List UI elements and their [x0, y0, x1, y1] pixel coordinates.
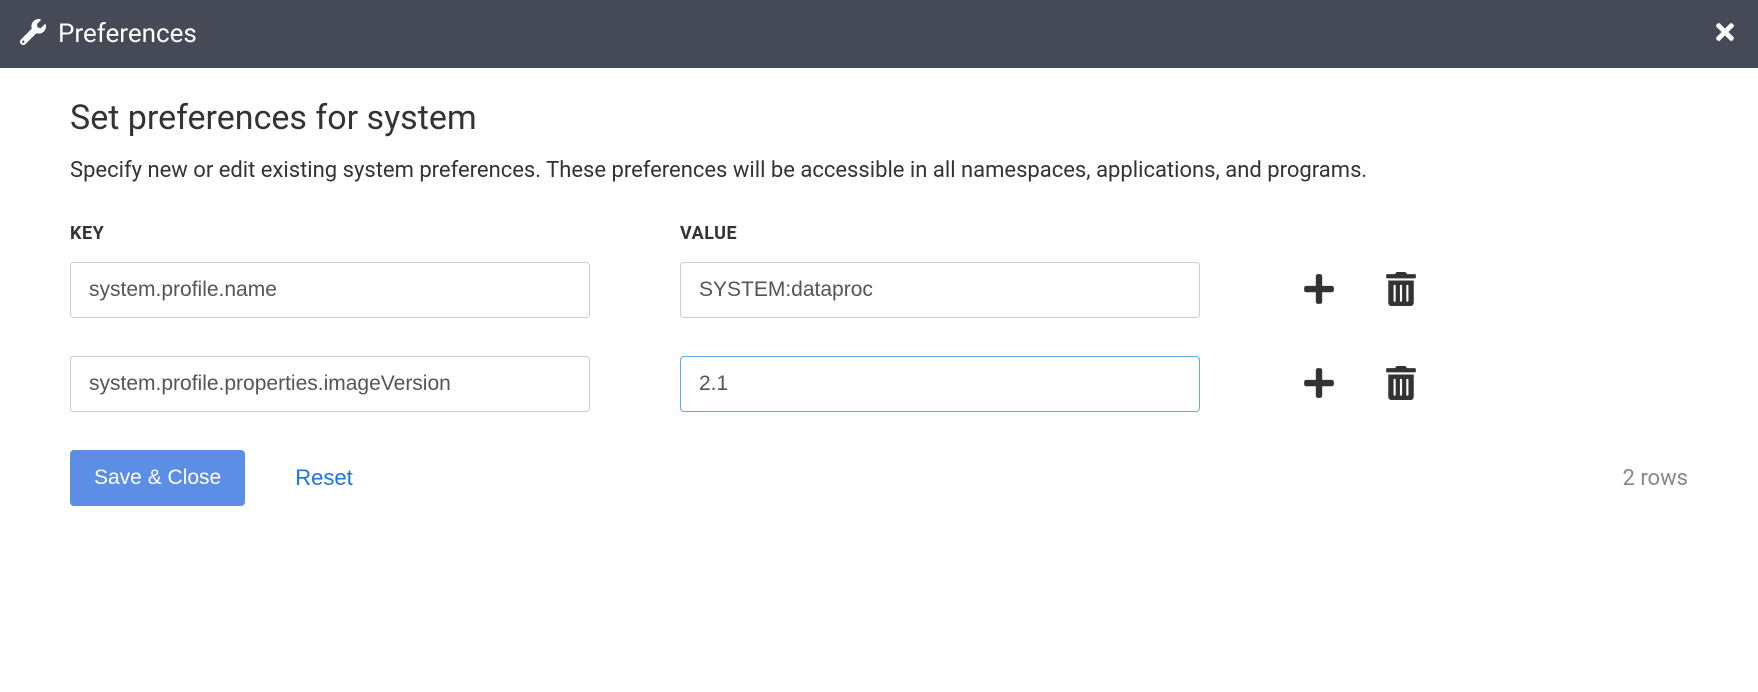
- header-left: Preferences: [20, 19, 197, 49]
- delete-row-button[interactable]: [1384, 272, 1418, 309]
- row-actions: [1302, 272, 1418, 309]
- row-count: 2 rows: [1623, 466, 1689, 491]
- trash-icon: [1384, 294, 1418, 309]
- row-actions: [1302, 366, 1418, 403]
- columns-header: KEY VALUE: [70, 223, 1688, 244]
- value-input[interactable]: [680, 262, 1200, 318]
- trash-icon: [1384, 388, 1418, 403]
- modal-content: Set preferences for system Specify new o…: [0, 68, 1758, 536]
- page-title: Set preferences for system: [70, 98, 1688, 138]
- page-description: Specify new or edit existing system pref…: [70, 154, 1688, 187]
- delete-row-button[interactable]: [1384, 366, 1418, 403]
- preference-row: [70, 262, 1688, 318]
- value-input[interactable]: [680, 356, 1200, 412]
- footer: Save & Close Reset 2 rows: [70, 450, 1688, 506]
- footer-left: Save & Close Reset: [70, 450, 353, 506]
- close-icon[interactable]: [1712, 19, 1738, 49]
- modal-header: Preferences: [0, 0, 1758, 68]
- key-column-header: KEY: [70, 223, 590, 244]
- add-row-button[interactable]: [1302, 366, 1336, 403]
- key-input[interactable]: [70, 262, 590, 318]
- key-input[interactable]: [70, 356, 590, 412]
- add-row-button[interactable]: [1302, 272, 1336, 309]
- save-close-button[interactable]: Save & Close: [70, 450, 245, 506]
- reset-button[interactable]: Reset: [295, 465, 352, 491]
- wrench-icon: [20, 19, 46, 49]
- preference-row: [70, 356, 1688, 412]
- plus-icon: [1302, 294, 1336, 309]
- header-title: Preferences: [58, 19, 197, 49]
- value-column-header: VALUE: [680, 223, 1200, 244]
- plus-icon: [1302, 388, 1336, 403]
